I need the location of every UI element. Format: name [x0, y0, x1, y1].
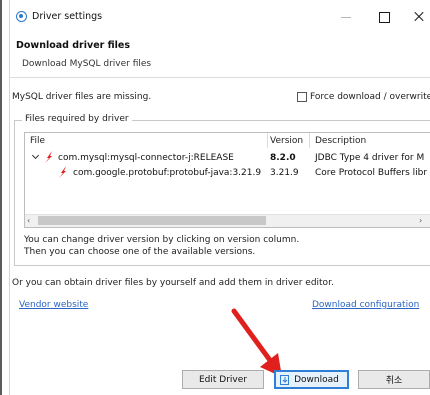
scroll-left-icon[interactable]: ‹ — [27, 216, 35, 225]
edit-driver-button[interactable]: Edit Driver — [182, 370, 264, 389]
scroll-right-icon[interactable]: › — [419, 216, 427, 225]
table-row-2-version[interactable]: 3.21.9 — [270, 168, 299, 178]
window-left-edge — [0, 0, 2, 395]
page-subtitle: Download MySQL driver files — [22, 59, 152, 69]
version-hint-line-2: Then you can choose one of the available… — [24, 247, 256, 257]
scrollbar-thumb[interactable] — [38, 216, 266, 225]
manual-files-message: Or you can obtain driver files by yourse… — [12, 278, 334, 288]
table-row-2-file[interactable]: com.google.protobuf:protobuf-java:3.21.9 — [73, 168, 261, 178]
window-title: Driver settings — [32, 11, 103, 22]
driver-settings-icon — [16, 11, 27, 22]
maximize-button[interactable] — [374, 6, 396, 28]
chevron-down-icon[interactable] — [32, 153, 39, 160]
column-header-version[interactable]: Version — [270, 136, 303, 146]
table-row-2-description: Core Protocol Buffers libr — [315, 168, 428, 178]
force-download-label[interactable]: Force download / overwrite — [310, 92, 430, 102]
column-header-description[interactable]: Description — [315, 136, 366, 146]
files-group-legend: Files required by driver — [22, 114, 132, 124]
column-separator — [267, 133, 268, 148]
column-header-file[interactable]: File — [30, 136, 45, 146]
close-button[interactable] — [408, 6, 430, 28]
download-icon — [280, 374, 290, 385]
jar-library-icon — [58, 166, 68, 178]
download-configuration-link[interactable]: Download configuration — [312, 300, 419, 310]
version-hint-line-1: You can change driver version by clickin… — [24, 235, 300, 245]
table-row-1-version[interactable]: 8.2.0 — [270, 153, 296, 163]
page-title: Download driver files — [16, 40, 131, 51]
force-download-checkbox[interactable] — [297, 92, 307, 102]
missing-files-message: MySQL driver files are missing. — [12, 92, 152, 102]
column-separator — [309, 133, 310, 148]
jar-library-icon — [44, 151, 54, 163]
cancel-button[interactable]: 취소 — [358, 370, 430, 389]
table-row-1-file[interactable]: com.mysql:mysql-connector-j:RELEASE — [58, 153, 234, 163]
vendor-website-link[interactable]: Vendor website — [19, 300, 88, 310]
minimize-button[interactable] — [336, 6, 358, 28]
table-row-1-description: JDBC Type 4 driver for M — [315, 153, 425, 163]
